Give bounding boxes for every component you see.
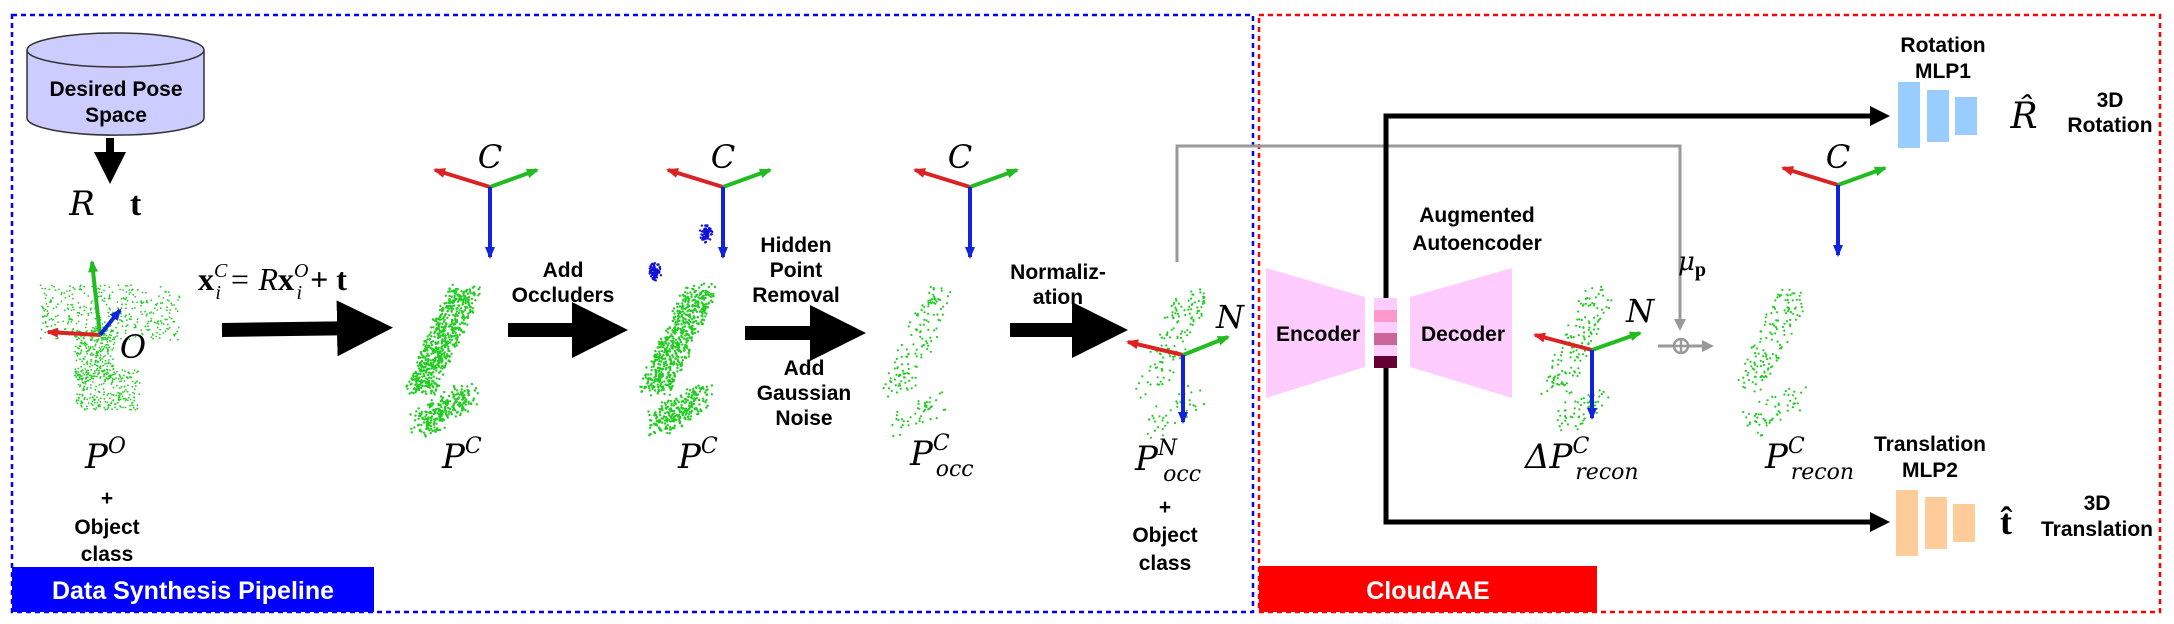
R-hat: R̂ [2009, 94, 2037, 137]
point-cloud [1737, 288, 1807, 437]
step-normalize-1: Normaliz- [1010, 261, 1106, 284]
point-cloud [405, 283, 481, 438]
rotation-mlp [1898, 82, 1977, 148]
rotation-mlp-label-2: MLP1 [1915, 60, 1971, 83]
database-label-2: Space [85, 104, 147, 127]
pose-t: t [130, 186, 142, 223]
autoencoder-label-1: Augmented [1419, 204, 1535, 227]
mu-p-label: μp [1678, 247, 1706, 281]
label-P-C-occ: PC occ [909, 431, 974, 482]
object-class-2b: class [1139, 552, 1192, 575]
occluder-blob [698, 224, 714, 244]
frame-C-axes [666, 168, 772, 259]
frame-N-axes [1126, 335, 1230, 424]
label-P-O: PO [84, 434, 126, 477]
point-cloud [1540, 285, 1613, 432]
frame-C-axes [913, 168, 1019, 259]
frame-C-label-3: C [948, 138, 972, 176]
latent-code [1374, 298, 1397, 368]
step-occluders-2: Occluders [512, 284, 615, 307]
label-delta-P-recon: ΔPC recon [1523, 434, 1639, 485]
step-noise-3: Noise [775, 407, 832, 430]
step-occluders-1: Add [543, 259, 584, 282]
frame-N-label-2: N [1625, 292, 1655, 330]
object-class-1a: Object [74, 516, 139, 539]
point-cloud [639, 282, 717, 437]
object-class-plus-1: + [101, 487, 113, 510]
autoencoder-label-2: Autoencoder [1412, 232, 1542, 255]
translation-mlp [1896, 490, 1975, 556]
step-hpr-3: Removal [752, 284, 840, 307]
step-noise-2: Gaussian [757, 382, 852, 405]
add-operator-icon [1658, 337, 1714, 355]
step-noise-1: Add [784, 357, 825, 380]
rotation-out-1: 3D [2097, 89, 2124, 112]
cloudaae-diagram: Data Synthesis Pipeline CloudAAE Desired… [10, 13, 2162, 614]
point-cloud-object [39, 284, 181, 411]
label-P-recon: PC recon [1764, 434, 1854, 485]
label-P-C-1: PC [441, 434, 482, 477]
frame-C-label-1: C [478, 138, 502, 176]
step-hpr-2: Point [770, 259, 823, 282]
occluder-blob [648, 262, 663, 282]
encoder-label: Encoder [1276, 323, 1360, 346]
label-P-N-occ: PN occ [1134, 436, 1201, 487]
translation-out-2: Translation [2041, 518, 2153, 541]
translation-out-1: 3D [2084, 492, 2111, 515]
frame-C-label-4: C [1826, 138, 1850, 176]
pipeline-title: Data Synthesis Pipeline [52, 577, 334, 605]
translation-mlp-label-2: MLP2 [1902, 459, 1958, 482]
point-cloud [1135, 288, 1206, 439]
label-P-C-2: PC [677, 434, 718, 477]
decoder-label: Decoder [1421, 323, 1505, 346]
object-class-2a: Object [1132, 524, 1197, 547]
frame-C-axes [1781, 166, 1887, 257]
rotation-mlp-label-1: Rotation [1900, 34, 1985, 57]
latent-to-translation [1383, 368, 1890, 532]
translation-mlp-label-1: Translation [1874, 433, 1986, 456]
object-class-1b: class [81, 543, 134, 566]
pipeline-arrows [221, 300, 1128, 361]
t-hat: t̂ [2000, 502, 2012, 542]
frame-C-axes [433, 168, 539, 259]
cloudaae-title: CloudAAE [1366, 577, 1490, 605]
transform-formula: xC i = RxO i + t [198, 260, 347, 304]
point-cloud [882, 286, 952, 438]
frame-N-label-1: N [1215, 298, 1245, 336]
pose-R: R [68, 184, 95, 224]
frame-C-label-2: C [711, 138, 735, 176]
frame-O-label: O [120, 328, 146, 366]
arrow-transform [221, 300, 393, 357]
rotation-out-2: Rotation [2067, 114, 2152, 137]
step-hpr-1: Hidden [760, 234, 831, 257]
object-class-plus-2: + [1159, 496, 1171, 519]
step-normalize-2: ation [1033, 286, 1083, 309]
database-label-1: Desired Pose [49, 78, 182, 101]
